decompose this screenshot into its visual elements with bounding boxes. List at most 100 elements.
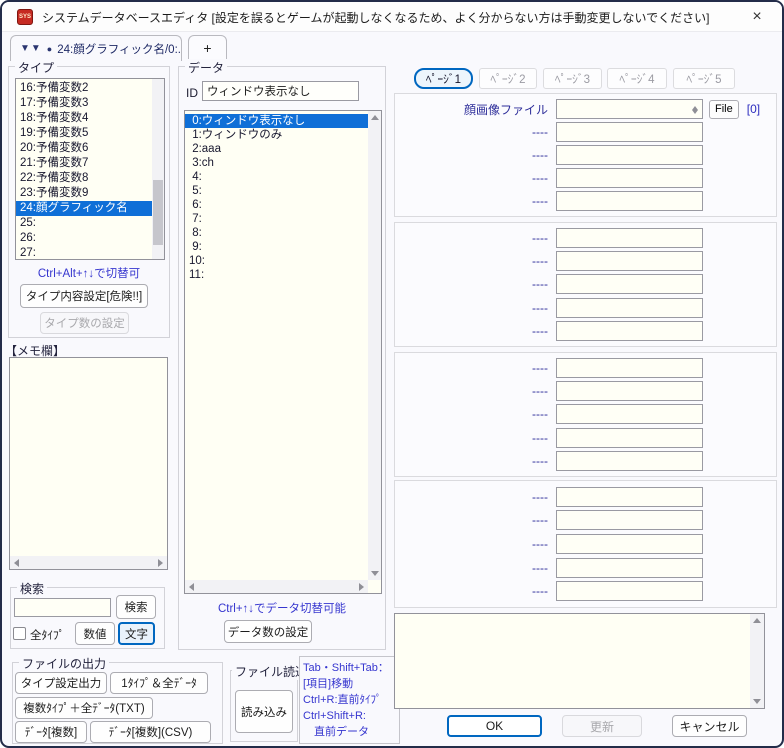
field-label: ---- [395, 561, 556, 575]
field-input[interactable] [556, 358, 703, 378]
scroll-down-arrow[interactable] [368, 567, 381, 580]
text-search-button[interactable]: 文字 [118, 622, 155, 645]
type-list-item[interactable]: 18:予備変数4 [16, 111, 164, 126]
type-list-item[interactable]: 20:予備変数6 [16, 141, 164, 156]
field-input[interactable] [556, 558, 703, 578]
cancel-button[interactable]: キャンセル [672, 715, 747, 737]
scroll-right-arrow[interactable] [355, 580, 368, 593]
data-list[interactable]: 0:ウィンドウ表示なし 1:ウィンドウのみ 2:aaa 3:ch 4: 5: 6… [184, 110, 382, 594]
editor-tab-active[interactable]: ▼▼ ● 24:顔グラフィック名/0:... [10, 35, 182, 61]
memo-textarea[interactable] [9, 357, 168, 570]
field-row: ---- [395, 358, 776, 378]
close-icon[interactable]: × [740, 4, 774, 30]
type-list[interactable]: 16:予備変数217:予備変数318:予備変数419:予備変数520:予備変数6… [15, 78, 165, 260]
type-list-item[interactable]: 27: [16, 246, 164, 260]
field-input[interactable] [556, 251, 703, 271]
field-group-1: 顔画像ファイルFile[0]---------------- [394, 93, 777, 217]
tab-page-5[interactable]: ﾍﾟｰｼﾞ5 [673, 68, 735, 89]
data-list-item[interactable]: 4: [185, 170, 381, 184]
scroll-down-arrow[interactable] [750, 695, 763, 708]
spinner-up-icon[interactable] [692, 103, 698, 110]
field-input[interactable] [556, 451, 703, 471]
type-list-item[interactable]: 21:予備変数7 [16, 156, 164, 171]
data-list-item[interactable]: 10: [185, 254, 381, 268]
type-list-item[interactable]: 16:予備変数2 [16, 81, 164, 96]
data-multi-csv-export-button[interactable]: ﾃﾞｰﾀ[複数](CSV) [90, 721, 211, 743]
search-input[interactable] [14, 598, 111, 617]
data-list-hscrollbar[interactable] [185, 580, 368, 593]
data-id-input[interactable] [202, 81, 359, 101]
field-input[interactable] [556, 168, 703, 188]
all-types-checkbox[interactable] [13, 627, 26, 640]
type-list-item[interactable]: 24:顔グラフィック名 [16, 201, 164, 216]
data-list-item[interactable]: 11: [185, 268, 381, 282]
numeric-search-button[interactable]: 数値 [75, 622, 115, 645]
update-button: 更新 [562, 715, 642, 737]
field-input[interactable] [556, 191, 703, 211]
ok-button[interactable]: OK [447, 715, 542, 737]
data-list-item[interactable]: 8: [185, 226, 381, 240]
type-list-item[interactable]: 17:予備変数3 [16, 96, 164, 111]
data-switch-hint: Ctrl+↑↓でデータ切替可能 [178, 600, 386, 616]
field-input[interactable] [556, 122, 703, 142]
field-input[interactable] [556, 274, 703, 294]
new-tab-button[interactable]: + [188, 35, 227, 60]
all-types-checkbox-label[interactable]: 全ﾀｲﾌﾟ [30, 627, 65, 643]
file-button[interactable]: File [709, 100, 739, 119]
field-input[interactable] [556, 428, 703, 448]
tab-page-1[interactable]: ﾍﾟｰｼﾞ1 [414, 68, 473, 89]
data-multi-export-button[interactable]: ﾃﾞｰﾀ[複数] [15, 721, 87, 743]
type-list-item[interactable]: 26: [16, 231, 164, 246]
field-input[interactable] [556, 487, 703, 507]
field-input[interactable] [556, 381, 703, 401]
field-input[interactable] [556, 321, 703, 341]
value-area-scrollbar[interactable] [750, 614, 764, 708]
scroll-up-arrow[interactable] [750, 614, 763, 627]
multi-type-all-data-txt-export-button[interactable]: 複数ﾀｲﾌﾟ＋全ﾃﾞｰﾀ(TXT) [15, 697, 153, 719]
data-list-vscrollbar[interactable] [368, 111, 381, 580]
scrollbar-thumb[interactable] [153, 180, 163, 245]
field-input[interactable] [556, 581, 703, 601]
data-list-item[interactable]: 0:ウィンドウ表示なし [185, 114, 381, 128]
data-list-item[interactable]: 9: [185, 240, 381, 254]
data-list-item[interactable]: 3:ch [185, 156, 381, 170]
field-input[interactable] [556, 404, 703, 424]
data-list-item[interactable]: 1:ウィンドウのみ [185, 128, 381, 142]
type-list-scrollbar[interactable] [152, 79, 164, 259]
double-down-triangle-icon[interactable]: ▼▼ [20, 43, 42, 54]
scroll-left-arrow[interactable] [185, 580, 198, 593]
tab-page-2[interactable]: ﾍﾟｰｼﾞ2 [479, 68, 537, 89]
data-list-item[interactable]: 2:aaa [185, 142, 381, 156]
data-list-item[interactable]: 6: [185, 198, 381, 212]
data-list-item[interactable]: 5: [185, 184, 381, 198]
field-input[interactable] [556, 145, 703, 165]
data-count-settings-button[interactable]: データ数の設定 [224, 620, 312, 643]
field-input[interactable] [556, 534, 703, 554]
field-label: ---- [395, 324, 556, 338]
type-content-settings-button[interactable]: タイプ内容設定[危険!!] [20, 284, 148, 308]
scroll-right-arrow[interactable] [154, 556, 167, 569]
field-input[interactable] [556, 99, 703, 119]
file-load-button[interactable]: 読み込み [235, 690, 293, 733]
search-button[interactable]: 検索 [116, 595, 156, 619]
type-list-item[interactable]: 19:予備変数5 [16, 126, 164, 141]
memo-hscrollbar[interactable] [10, 556, 167, 569]
scroll-up-arrow[interactable] [368, 111, 381, 124]
data-list-item[interactable]: 7: [185, 212, 381, 226]
one-type-all-data-export-button[interactable]: 1ﾀｲﾌﾟ＆全ﾃﾞｰﾀ [110, 672, 208, 694]
field-input[interactable] [556, 510, 703, 530]
scroll-left-arrow[interactable] [10, 556, 23, 569]
field-input[interactable] [556, 228, 703, 248]
type-list-item[interactable]: 22:予備変数8 [16, 171, 164, 186]
spinner-down-icon[interactable] [692, 110, 698, 117]
type-settings-export-button[interactable]: タイプ設定出力 [15, 672, 107, 694]
tab-page-3[interactable]: ﾍﾟｰｼﾞ3 [543, 68, 602, 89]
tab-page-4[interactable]: ﾍﾟｰｼﾞ4 [607, 68, 667, 89]
type-list-item[interactable]: 25: [16, 216, 164, 231]
value-textarea[interactable] [394, 613, 765, 709]
field-row: ---- [395, 510, 776, 530]
spinner-control[interactable] [689, 101, 701, 117]
type-list-item[interactable]: 23:予備変数9 [16, 186, 164, 201]
field-label: ---- [395, 231, 556, 245]
field-input[interactable] [556, 298, 703, 318]
